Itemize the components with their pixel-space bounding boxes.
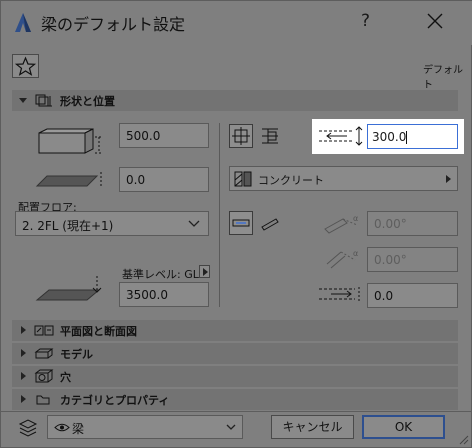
tilt-angle-icon: α: [321, 246, 365, 272]
dialog-window: 梁のデフォルト設定 ? デフォルト 形状と位置 500.0 0.0 配置フロア:…: [0, 0, 472, 448]
ref-level-arrow-button[interactable]: [199, 265, 210, 278]
beam-offset-field[interactable]: 0.0: [119, 167, 209, 192]
layer-value: 梁: [72, 422, 85, 436]
resize-grip-icon: [459, 435, 469, 445]
slanted-beam-button[interactable]: [258, 211, 282, 235]
section-category-properties[interactable]: カテゴリとプロパティ: [12, 389, 458, 410]
plan-section-icon: [34, 325, 54, 336]
chevron-right-icon: [21, 349, 26, 357]
beam-offset-horizontal-icon: [317, 283, 363, 305]
column-divider: [219, 123, 220, 307]
material-swatch-icon: [234, 171, 252, 187]
chevron-right-icon: [21, 326, 26, 334]
straight-beam-button[interactable]: [229, 211, 253, 235]
cancel-button[interactable]: キャンセル: [271, 415, 354, 439]
chevron-down-icon: [188, 220, 200, 227]
slanted-beam-icon: [261, 218, 279, 231]
slant-angle-field[interactable]: 0.00°: [367, 211, 458, 236]
footer-divider: [1, 411, 472, 412]
horizontal-offset-field[interactable]: 0.0: [367, 283, 458, 308]
close-icon: [427, 13, 443, 29]
svg-text:α: α: [353, 249, 358, 258]
section-title: モデル: [60, 348, 93, 361]
floor-select-value: 2. 2FL (現在+1): [22, 219, 114, 233]
tilt-angle-field[interactable]: 0.00°: [367, 247, 458, 272]
anchor-edge-icon: [262, 128, 278, 144]
star-icon: [14, 56, 37, 76]
model-icon: [34, 348, 54, 359]
chevron-right-icon: [203, 268, 208, 276]
chevron-right-icon: [21, 395, 26, 403]
favorites-button[interactable]: [12, 54, 39, 78]
beam-height-icon: [35, 125, 113, 165]
section-shape-position[interactable]: 形状と位置: [12, 90, 458, 111]
section-plan-section[interactable]: 平面図と断面図: [12, 320, 458, 341]
default-label: デフォルト: [423, 65, 463, 91]
svg-text:α: α: [353, 214, 358, 223]
slant-angle-icon: α: [321, 211, 365, 235]
app-logo-icon: [13, 11, 33, 33]
layer-icon: [17, 416, 39, 438]
chevron-right-icon: [446, 175, 451, 183]
eye-icon: [54, 423, 70, 432]
anchor-center-icon: [232, 127, 250, 145]
beam-offset-icon: [35, 168, 113, 190]
section-holes[interactable]: 穴: [12, 366, 458, 387]
section-title: カテゴリとプロパティ: [60, 394, 170, 407]
category-icon: [36, 395, 50, 405]
ok-button[interactable]: OK: [362, 415, 445, 439]
title-bar: 梁のデフォルト設定 ?: [1, 1, 472, 45]
ref-level-icon: [35, 274, 115, 306]
straight-beam-icon: [232, 219, 250, 227]
section-title: 形状と位置: [60, 95, 115, 108]
section-model[interactable]: モデル: [12, 343, 458, 364]
window-title: 梁のデフォルト設定: [41, 15, 186, 34]
ref-level-field[interactable]: 3500.0: [119, 282, 209, 307]
section-title: 平面図と断面図: [60, 325, 137, 338]
chevron-right-icon: [21, 372, 26, 380]
section-title: 穴: [60, 371, 71, 384]
resize-grip[interactable]: [457, 433, 469, 445]
ref-level-label: 基準レベル: GL: [122, 268, 199, 281]
hole-icon: [34, 369, 54, 383]
shape-position-icon: [34, 93, 54, 108]
floor-select[interactable]: 2. 2FL (現在+1): [15, 211, 209, 236]
material-value: コンクリート: [258, 174, 324, 187]
beam-width-field[interactable]: 300.0: [367, 124, 458, 149]
chevron-down-icon: [226, 424, 236, 430]
beam-height-field[interactable]: 500.0: [119, 123, 209, 148]
beam-width-icon: [317, 125, 363, 147]
close-button[interactable]: [426, 12, 444, 30]
text-cursor: [406, 131, 408, 144]
layer-select[interactable]: 梁: [47, 415, 243, 439]
anchor-center-button[interactable]: [229, 124, 253, 148]
material-select[interactable]: コンクリート: [229, 166, 458, 191]
anchor-edge-button[interactable]: [258, 124, 282, 148]
help-button[interactable]: ?: [361, 11, 370, 31]
expand-arrow-icon: [19, 98, 27, 103]
